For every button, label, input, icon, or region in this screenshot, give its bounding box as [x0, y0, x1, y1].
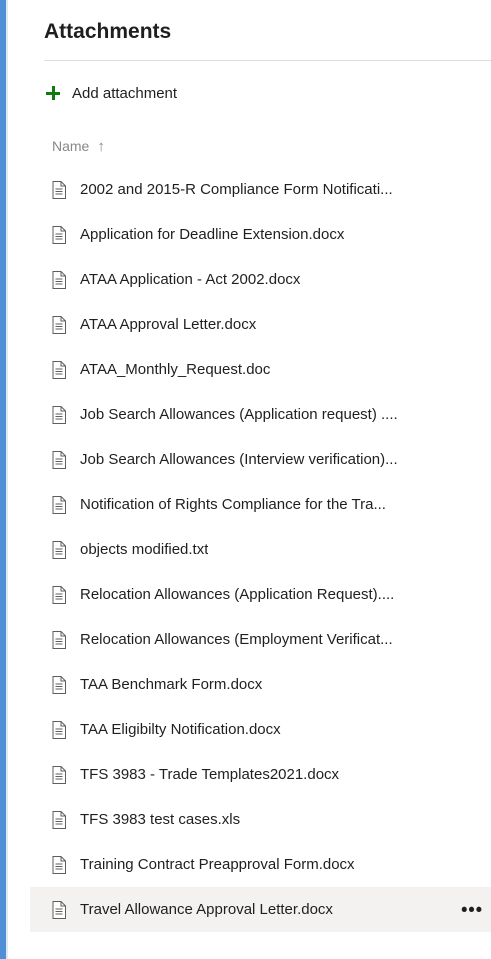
document-icon: [52, 450, 66, 469]
attachment-row[interactable]: TAA Eligibilty Notification.docx: [30, 707, 491, 752]
attachment-row[interactable]: Training Contract Preapproval Form.docx: [30, 842, 491, 887]
attachment-name[interactable]: ATAA Application - Act 2002.docx: [80, 271, 300, 288]
attachment-name[interactable]: Training Contract Preapproval Form.docx: [80, 856, 355, 873]
attachment-name[interactable]: Notification of Rights Compliance for th…: [80, 496, 386, 513]
document-icon: [52, 675, 66, 694]
document-icon: [52, 315, 66, 334]
document-icon: [52, 360, 66, 379]
attachment-row[interactable]: ATAA Approval Letter.docx: [30, 302, 491, 347]
attachment-name[interactable]: TAA Benchmark Form.docx: [80, 676, 262, 693]
attachment-row[interactable]: TFS 3983 test cases.xls: [30, 797, 491, 842]
attachment-name[interactable]: TFS 3983 - Trade Templates2021.docx: [80, 766, 339, 783]
attachment-row[interactable]: TAA Benchmark Form.docx: [30, 662, 491, 707]
attachment-row[interactable]: Job Search Allowances (Application reque…: [30, 392, 491, 437]
document-icon: [52, 225, 66, 244]
attachment-row[interactable]: ATAA Application - Act 2002.docx: [30, 257, 491, 302]
arrow-up-icon: ↑: [97, 137, 105, 155]
plus-icon: [44, 84, 62, 102]
add-attachment-label: Add attachment: [72, 84, 178, 102]
title-divider: [44, 60, 491, 61]
document-icon: [52, 585, 66, 604]
document-icon: [52, 270, 66, 289]
document-icon: [52, 720, 66, 739]
document-icon: [52, 900, 66, 919]
attachment-row[interactable]: ATAA_Monthly_Request.doc: [30, 347, 491, 392]
attachment-name[interactable]: Job Search Allowances (Application reque…: [80, 406, 398, 423]
attachment-list: 2002 and 2015-R Compliance Form Notifica…: [30, 167, 491, 932]
attachment-name[interactable]: ATAA_Monthly_Request.doc: [80, 361, 270, 378]
attachment-name[interactable]: 2002 and 2015-R Compliance Form Notifica…: [80, 181, 393, 198]
panel-title: Attachments: [44, 20, 172, 43]
attachment-row[interactable]: 2002 and 2015-R Compliance Form Notifica…: [30, 167, 491, 212]
document-icon: [52, 810, 66, 829]
document-icon: [52, 405, 66, 424]
attachment-row[interactable]: Notification of Rights Compliance for th…: [30, 482, 491, 527]
left-accent-border: [0, 0, 8, 959]
attachment-row[interactable]: Job Search Allowances (Interview verific…: [30, 437, 491, 482]
attachment-name[interactable]: Travel Allowance Approval Letter.docx: [80, 901, 333, 918]
attachment-name[interactable]: TAA Eligibilty Notification.docx: [80, 721, 281, 738]
more-options-button[interactable]: •••: [461, 899, 483, 920]
attachment-row[interactable]: Relocation Allowances (Application Reque…: [30, 572, 491, 617]
attachment-name[interactable]: TFS 3983 test cases.xls: [80, 811, 240, 828]
attachment-row[interactable]: TFS 3983 - Trade Templates2021.docx: [30, 752, 491, 797]
attachments-frame: Attachments Add attachment Name ↑ 2002 a…: [0, 0, 491, 959]
attachment-row[interactable]: Travel Allowance Approval Letter.docx •••: [30, 887, 491, 932]
attachment-name[interactable]: Application for Deadline Extension.docx: [80, 226, 344, 243]
column-header-label: Name: [52, 138, 90, 154]
document-icon: [52, 540, 66, 559]
add-attachment-button[interactable]: Add attachment: [44, 80, 177, 106]
document-icon: [52, 495, 66, 514]
name-column-header[interactable]: Name ↑: [52, 135, 105, 157]
attachment-row[interactable]: Relocation Allowances (Employment Verifi…: [30, 617, 491, 662]
document-icon: [52, 855, 66, 874]
attachment-name[interactable]: ATAA Approval Letter.docx: [80, 316, 256, 333]
attachment-name[interactable]: Relocation Allowances (Employment Verifi…: [80, 631, 393, 648]
attachment-row[interactable]: objects modified.txt: [30, 527, 491, 572]
attachment-name[interactable]: objects modified.txt: [80, 541, 208, 558]
document-icon: [52, 180, 66, 199]
attachment-name[interactable]: Job Search Allowances (Interview verific…: [80, 451, 398, 468]
attachments-panel: Attachments Add attachment Name ↑ 2002 a…: [30, 0, 491, 959]
document-icon: [52, 765, 66, 784]
attachment-row[interactable]: Application for Deadline Extension.docx: [30, 212, 491, 257]
document-icon: [52, 630, 66, 649]
attachment-name[interactable]: Relocation Allowances (Application Reque…: [80, 586, 394, 603]
